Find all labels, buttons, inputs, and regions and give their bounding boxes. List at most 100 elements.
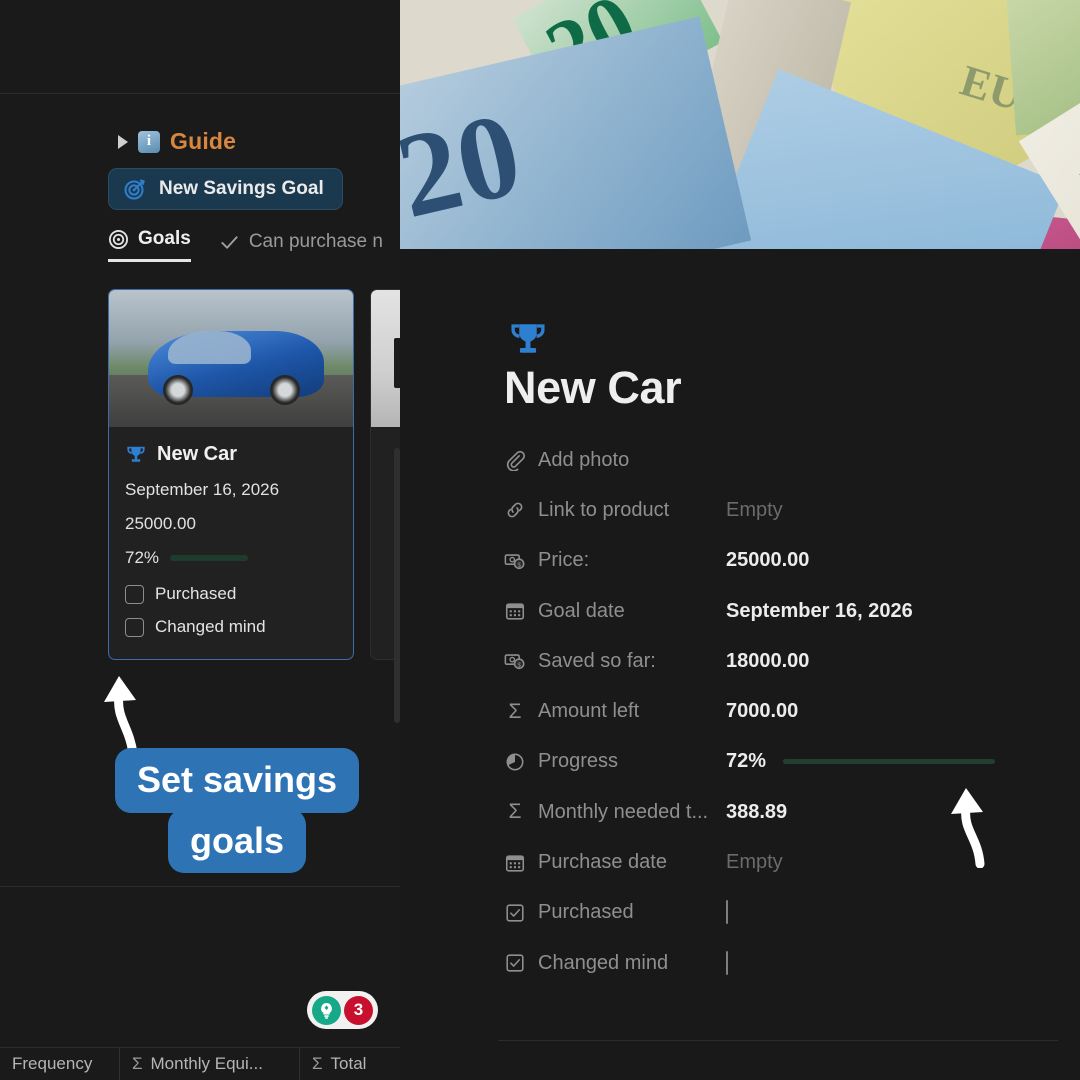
page-trophy-icon [505,319,551,361]
table-header-total-label: Total [330,1054,367,1073]
guide-label: Guide [170,128,237,154]
property-row-amount-left[interactable]: Σ Amount left 7000.00 [504,686,1024,736]
new-savings-goal-button[interactable]: New Savings Goal [108,168,343,210]
sigma-icon: Σ [508,699,522,723]
goal-card[interactable]: New Car September 16, 2026 25000.00 72% … [108,289,354,660]
new-savings-goal-label: New Savings Goal [159,178,324,199]
annotation-set-savings-goals: Set savings goals [92,748,382,874]
arrow-up-icon-left [100,666,160,756]
arrow-up-icon-right [946,778,1006,868]
property-key-monthly-needed: Monthly needed t... [538,800,709,823]
notification-badge-pill[interactable]: 3 [307,991,378,1029]
property-row-goal-date[interactable]: Goal date September 16, 2026 [504,586,1024,636]
property-row-add-photo[interactable]: Add photo [504,435,1024,485]
property-row-purchased[interactable]: Purchased [504,888,1024,938]
left-pane: i Guide New Savings Goal Goals Can purch… [0,0,400,1080]
info-icon: i [138,130,160,153]
svg-text:$: $ [517,562,521,569]
property-key-link-to-product: Link to product [538,498,670,521]
right-pane: ★★ EURO 20 BCE EBC 2015 [400,0,1080,1080]
card-photo [109,290,353,427]
money-icon: $ [504,550,526,572]
checkbox-changed-mind[interactable] [125,617,144,637]
property-value-saved-so-far[interactable]: 18000.00 [726,650,809,673]
progress-track [783,759,996,765]
svg-text:$: $ [517,662,521,669]
table-header-monthly-equi-label: Monthly Equi... [150,1054,263,1073]
lightbulb-icon[interactable] [312,995,341,1025]
property-key-purchase-date: Purchase date [538,851,667,874]
card-price: 25000.00 [125,514,196,533]
annotation-left-line1: Set savings [114,748,360,813]
property-value-changed-mind[interactable] [726,950,728,975]
property-value-purchase-date[interactable]: Empty [726,851,783,874]
property-value-progress[interactable]: 72% [726,750,996,773]
tab-goals-label: Goals [138,228,191,249]
card-title-row: New Car [125,443,337,466]
table-header-row: Frequency Σ Monthly Equi... Σ Total [0,1048,400,1080]
property-value-monthly-needed[interactable]: 388.89 [726,801,787,824]
top-divider [0,93,400,94]
property-key-price: Price: [538,549,590,572]
card-progress-percent: 72% [125,548,160,567]
goal-card-partial-photo [371,290,400,427]
checkbox-purchased[interactable] [125,584,144,604]
card-progress-track [170,555,249,561]
card-progress: 72% [125,548,337,568]
triangle-right-icon[interactable] [118,134,128,149]
calendar-icon [504,600,526,622]
calendar-icon [504,852,526,874]
guide-row[interactable]: i Guide [118,128,236,155]
tabs-row: Goals Can purchase n [108,228,383,262]
property-row-changed-mind[interactable]: Changed mind [504,938,1024,988]
table-header-frequency-label: Frequency [12,1054,93,1073]
property-value-goal-date[interactable]: September 16, 2026 [726,600,913,623]
tab-can-purchase[interactable]: Can purchase n [219,231,383,262]
card-check-changed-mind[interactable]: Changed mind [125,617,337,637]
paperclip-icon [504,449,526,472]
card-check-purchased[interactable]: Purchased [125,584,337,604]
sigma-icon: Σ [132,1054,143,1073]
property-list: Add photo Link to product Empty $ Price:… [504,435,1024,988]
property-key-changed-mind: Changed mind [538,951,669,974]
checkbox-changed-mind-field[interactable] [726,950,728,975]
link-icon [504,499,526,521]
card-check-changed-mind-label: Changed mind [155,617,266,636]
table-header-total[interactable]: Σ Total [300,1048,400,1080]
page-title: New Car [504,362,682,413]
annotation-left-line2: goals [167,808,307,874]
table-header-monthly-equi[interactable]: Σ Monthly Equi... [120,1048,300,1080]
property-row-link-to-product[interactable]: Link to product Empty [504,485,1024,535]
property-key-goal-date: Goal date [538,599,625,622]
sigma-icon: Σ [312,1054,323,1073]
property-value-price[interactable]: 25000.00 [726,549,809,572]
bottom-divider [0,886,400,887]
pie-chart-icon [504,751,526,773]
trophy-icon [125,444,147,466]
tab-can-purchase-label: Can purchase n [248,231,383,252]
property-row-saved-so-far[interactable]: $ Saved so far: 18000.00 [504,636,1024,686]
right-bottom-divider [498,1040,1058,1041]
property-value-amount-left[interactable]: 7000.00 [726,700,798,723]
card-check-purchased-label: Purchased [155,584,237,603]
check-icon [219,232,240,253]
money-icon: $ [504,650,526,672]
notification-count[interactable]: 3 [344,995,373,1025]
property-key-progress: Progress [538,750,619,773]
checkbox-icon [504,952,526,974]
property-row-price[interactable]: $ Price: 25000.00 [504,536,1024,586]
property-value-purchased[interactable] [726,900,728,925]
tab-goals[interactable]: Goals [108,228,191,262]
property-key-saved-so-far: Saved so far: [538,649,656,672]
table-header-frequency[interactable]: Frequency [0,1048,120,1080]
target-dart-icon [123,177,147,201]
checkbox-purchased-field[interactable] [726,900,728,925]
property-key-add-photo: Add photo [538,448,630,471]
property-key-purchased: Purchased [538,901,634,924]
property-key-amount-left: Amount left [538,700,640,723]
card-title: New Car [157,443,238,465]
banner-image-euro-banknotes[interactable]: ★★ EURO 20 BCE EBC 2015 [400,0,1080,249]
property-value-link-to-product[interactable]: Empty [726,499,783,522]
progress-percent: 72% [726,750,767,773]
target-icon [108,229,129,250]
